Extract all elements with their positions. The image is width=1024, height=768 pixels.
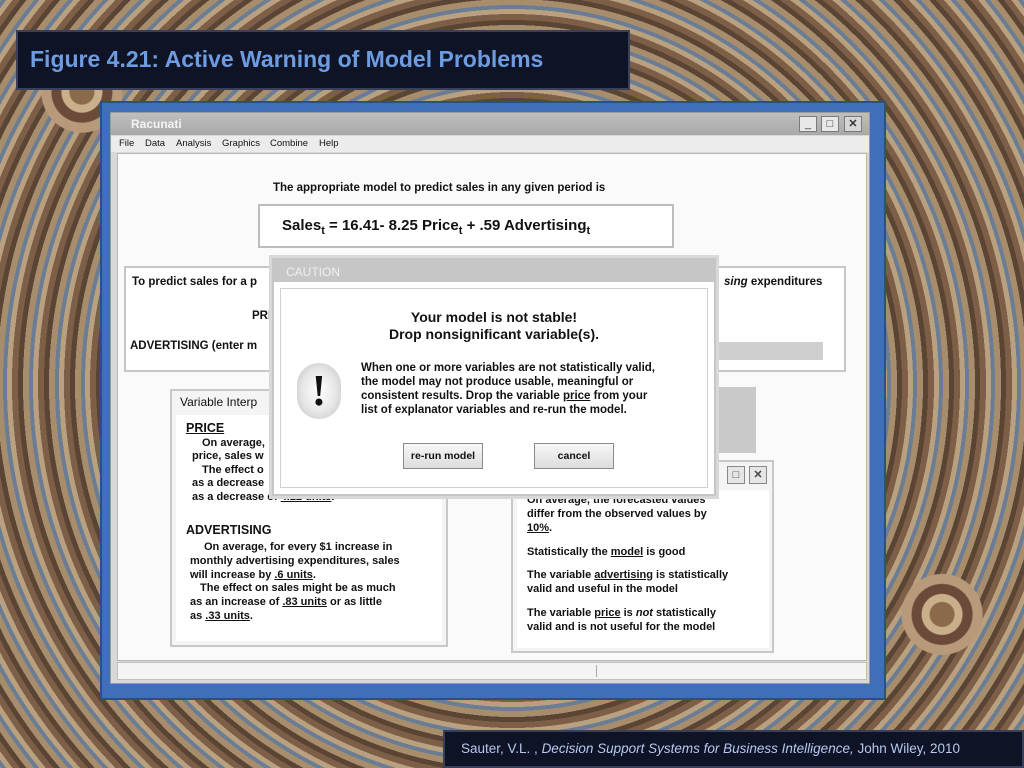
prediction-instructions-end: sing expenditures [724, 276, 823, 288]
advertising-heading: ADVERTISING [186, 523, 272, 537]
citation-text: Sauter, V.L. , Decision Support Systems … [461, 741, 961, 756]
advertising-line: monthly advertising expenditures, sales [190, 555, 400, 567]
menu-data[interactable]: Data [145, 138, 165, 149]
maximize-button[interactable]: □ [821, 116, 839, 132]
caution-titlebar[interactable]: CAUTION [274, 260, 714, 282]
cancel-button[interactable]: cancel [534, 443, 614, 469]
advertising-status-line: The variable advertising is statisticall… [527, 569, 729, 581]
close-icon: ✕ [753, 469, 763, 481]
warning-icon: ! [297, 363, 341, 419]
caution-subheadline: Drop nonsignificant variable(s). [388, 326, 600, 342]
advertising-status-line: valid and useful in the model [527, 583, 678, 595]
caution-message-line: When one or more variables are not stati… [361, 362, 655, 374]
price-heading: PRICE [186, 421, 225, 435]
caution-title: CAUTION [286, 265, 340, 279]
results-close-button[interactable]: ✕ [749, 466, 767, 484]
close-icon: ✕ [848, 118, 858, 130]
price-status-line: valid and is not useful for the model [527, 621, 716, 633]
caution-message-line: the model may not produce usable, meanin… [361, 376, 634, 388]
slide-title-box: Figure 4.21: Active Warning of Model Pro… [16, 30, 630, 90]
advertising-line: as .33 units. [190, 610, 253, 622]
caution-message-line: consistent results. Drop the variable pr… [361, 390, 648, 402]
model-formula-box: Salest = 16.41- 8.25 Pricet + .59 Advert… [258, 204, 674, 248]
results-body: On average, the forecasted values differ… [517, 490, 769, 648]
forecast-line: differ from the observed values by [527, 508, 707, 520]
caution-message-line: list of explanator variables and re-run … [361, 404, 627, 416]
price-line: On average, [202, 437, 265, 449]
rerun-model-button[interactable]: re-run model [403, 443, 483, 469]
price-status-line: The variable price is not statistically [527, 607, 716, 619]
prediction-instructions: To predict sales for a p [132, 276, 258, 288]
price-input-label: PRI [252, 310, 272, 322]
window-title: Racunati [131, 117, 182, 131]
advertising-line: The effect on sales might be as much [200, 582, 396, 594]
minimize-button[interactable]: _ [799, 116, 817, 132]
status-bar [117, 662, 867, 680]
status-divider [596, 665, 597, 677]
variable-panel-title: Variable Interp [180, 395, 258, 409]
price-line: The effect o [202, 464, 264, 476]
menu-analysis[interactable]: Analysis [176, 138, 211, 149]
menu-combine[interactable]: Combine [270, 138, 308, 149]
results-maximize-button[interactable]: □ [727, 466, 745, 484]
caution-headline: Your model is not stable! [410, 309, 578, 325]
model-status-line: Statistically the model is good [527, 546, 686, 558]
caution-dialog: CAUTION Your model is not stable! Drop n… [272, 258, 716, 496]
advertising-input-field[interactable] [719, 342, 823, 360]
price-line: as a decrease [192, 477, 265, 489]
menu-graphics[interactable]: Graphics [222, 138, 260, 149]
forecast-error-value: 10%. [527, 522, 553, 534]
citation-box: Sauter, V.L. , Decision Support Systems … [443, 730, 1024, 768]
menu-bar: File Data Analysis Graphics Combine Help [111, 136, 869, 152]
maximize-icon: □ [826, 118, 834, 130]
advertising-line: will increase by .6 units. [190, 569, 316, 581]
menu-file[interactable]: File [119, 138, 134, 149]
advertising-input-label: ADVERTISING (enter m [130, 340, 258, 352]
model-formula: Salest = 16.41- 8.25 Pricet + .59 Advert… [282, 217, 591, 237]
menu-help[interactable]: Help [319, 138, 339, 149]
maximize-icon: □ [732, 469, 740, 481]
model-intro-text: The appropriate model to predict sales i… [273, 182, 606, 194]
window-titlebar[interactable]: Racunati _ □ ✕ [111, 113, 869, 135]
slide-title: Figure 4.21: Active Warning of Model Pro… [30, 46, 544, 72]
advertising-line: as an increase of .83 units or as little [190, 596, 382, 608]
price-line: price, sales w [192, 450, 264, 462]
minimize-icon: _ [804, 118, 812, 130]
caution-body: Your model is not stable! Drop nonsignif… [280, 288, 708, 488]
close-button[interactable]: ✕ [844, 116, 862, 132]
advertising-line: On average, for every $1 increase in [204, 541, 393, 553]
